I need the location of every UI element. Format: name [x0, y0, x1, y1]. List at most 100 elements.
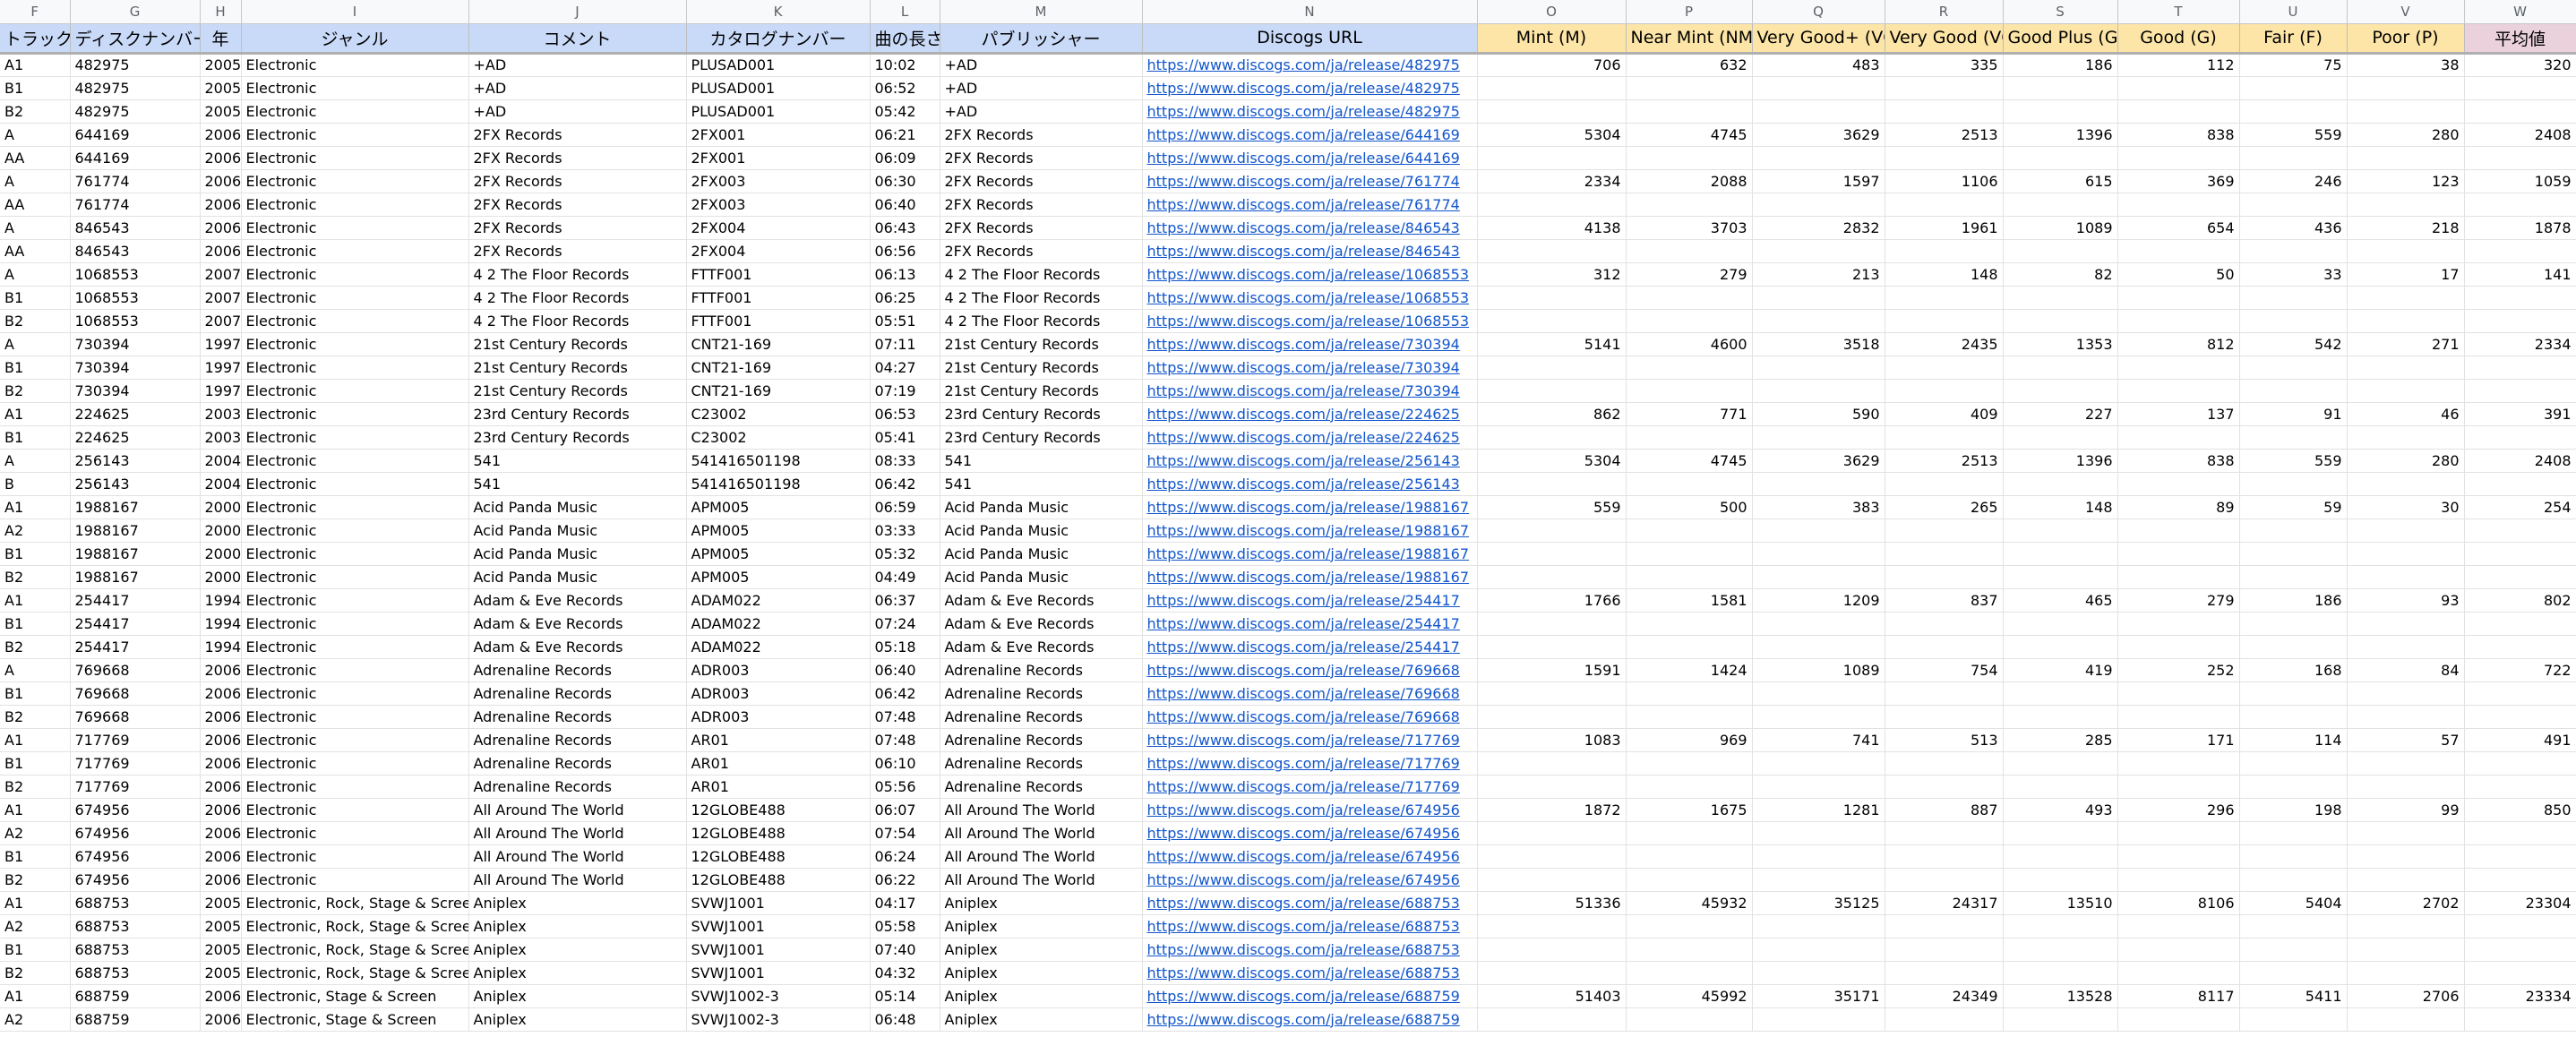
- discogs-url-link[interactable]: https://www.discogs.com/ja/release/73039…: [1142, 379, 1478, 403]
- header-cell[interactable]: Fair (F): [2239, 23, 2348, 55]
- table-cell[interactable]: 2006: [200, 868, 242, 892]
- discogs-url-link[interactable]: https://www.discogs.com/ja/release/68875…: [1142, 1007, 1478, 1032]
- table-cell[interactable]: Adrenaline Records: [468, 728, 687, 752]
- table-cell[interactable]: 541416501198: [686, 449, 871, 473]
- table-cell[interactable]: Electronic, Rock, Stage & Screen: [241, 961, 469, 985]
- table-cell[interactable]: 2408: [2464, 449, 2576, 473]
- column-letter-f[interactable]: F: [0, 0, 71, 24]
- table-cell[interactable]: A: [0, 332, 71, 356]
- table-cell[interactable]: 2005: [200, 961, 242, 985]
- table-cell[interactable]: [2239, 356, 2348, 380]
- table-cell[interactable]: +AD: [468, 53, 687, 77]
- table-cell[interactable]: [1752, 914, 1885, 938]
- column-letter-t[interactable]: T: [2117, 0, 2240, 24]
- table-cell[interactable]: 2006: [200, 751, 242, 776]
- table-cell[interactable]: [1626, 868, 1753, 892]
- table-cell[interactable]: 1424: [1626, 658, 1753, 682]
- table-cell[interactable]: 2006: [200, 146, 242, 170]
- table-cell[interactable]: Electronic: [241, 193, 469, 217]
- table-cell[interactable]: [2347, 99, 2465, 124]
- table-cell[interactable]: 04:17: [870, 891, 940, 915]
- table-cell[interactable]: Aniplex: [468, 938, 687, 962]
- column-letter-q[interactable]: Q: [1752, 0, 1885, 24]
- table-cell[interactable]: 2334: [1477, 169, 1627, 193]
- discogs-url-link[interactable]: https://www.discogs.com/ja/release/67495…: [1142, 868, 1478, 892]
- table-cell[interactable]: [2464, 844, 2576, 869]
- table-cell[interactable]: Electronic, Rock, Stage & Screen: [241, 891, 469, 915]
- table-cell[interactable]: 3629: [1752, 449, 1885, 473]
- table-cell[interactable]: [2347, 705, 2465, 729]
- table-cell[interactable]: 2003: [200, 402, 242, 426]
- table-cell[interactable]: A2: [0, 914, 71, 938]
- table-cell[interactable]: [1752, 309, 1885, 333]
- table-cell[interactable]: 1591: [1477, 658, 1627, 682]
- table-cell[interactable]: [1885, 868, 2004, 892]
- table-cell[interactable]: 2513: [1885, 449, 2004, 473]
- discogs-url-link[interactable]: https://www.discogs.com/ja/release/68875…: [1142, 938, 1478, 962]
- table-cell[interactable]: ADAM022: [686, 612, 871, 636]
- table-cell[interactable]: [2117, 472, 2240, 496]
- table-cell[interactable]: 2005: [200, 891, 242, 915]
- table-cell[interactable]: 89: [2117, 495, 2240, 519]
- table-cell[interactable]: B2: [0, 99, 71, 124]
- table-cell[interactable]: 06:07: [870, 798, 940, 822]
- table-cell[interactable]: 4 2 The Floor Records: [468, 309, 687, 333]
- table-cell[interactable]: 21st Century Records: [940, 332, 1143, 356]
- discogs-url-link[interactable]: https://www.discogs.com/ja/release/68875…: [1142, 984, 1478, 1008]
- table-cell[interactable]: 13528: [2003, 984, 2118, 1008]
- table-cell[interactable]: [1752, 76, 1885, 100]
- table-cell[interactable]: 1396: [2003, 123, 2118, 147]
- table-cell[interactable]: [1885, 472, 2004, 496]
- table-cell[interactable]: [2464, 961, 2576, 985]
- header-cell[interactable]: Mint (M): [1477, 23, 1627, 55]
- table-cell[interactable]: 285: [2003, 728, 2118, 752]
- table-cell[interactable]: [2117, 99, 2240, 124]
- table-cell[interactable]: [1885, 961, 2004, 985]
- table-cell[interactable]: [1752, 635, 1885, 659]
- table-cell[interactable]: 06:56: [870, 239, 940, 263]
- table-cell[interactable]: 2005: [200, 914, 242, 938]
- table-cell[interactable]: [1626, 356, 1753, 380]
- discogs-url-link[interactable]: https://www.discogs.com/ja/release/25441…: [1142, 588, 1478, 613]
- table-cell[interactable]: 06:53: [870, 402, 940, 426]
- table-cell[interactable]: [2239, 751, 2348, 776]
- discogs-url-link[interactable]: https://www.discogs.com/ja/release/73039…: [1142, 356, 1478, 380]
- discogs-url-link[interactable]: https://www.discogs.com/ja/release/71776…: [1142, 751, 1478, 776]
- table-cell[interactable]: 769668: [70, 681, 201, 706]
- header-cell[interactable]: コメント: [468, 23, 687, 55]
- discogs-url-link[interactable]: https://www.discogs.com/ja/release/19881…: [1142, 518, 1478, 543]
- table-cell[interactable]: All Around The World: [940, 821, 1143, 845]
- table-cell[interactable]: 674956: [70, 821, 201, 845]
- table-cell[interactable]: [1477, 868, 1627, 892]
- table-cell[interactable]: A2: [0, 821, 71, 845]
- table-cell[interactable]: B1: [0, 425, 71, 450]
- table-cell[interactable]: Aniplex: [468, 984, 687, 1008]
- table-cell[interactable]: 838: [2117, 123, 2240, 147]
- table-cell[interactable]: [2347, 309, 2465, 333]
- table-cell[interactable]: [1477, 1007, 1627, 1032]
- table-cell[interactable]: 279: [1626, 262, 1753, 287]
- table-cell[interactable]: [2347, 681, 2465, 706]
- header-cell[interactable]: 曲の長さ: [870, 23, 940, 55]
- table-cell[interactable]: 84: [2347, 658, 2465, 682]
- table-cell[interactable]: [1626, 775, 1753, 799]
- table-cell[interactable]: 2007: [200, 286, 242, 310]
- table-cell[interactable]: 5304: [1477, 123, 1627, 147]
- table-cell[interactable]: 59: [2239, 495, 2348, 519]
- table-cell[interactable]: [1477, 705, 1627, 729]
- table-cell[interactable]: 391: [2464, 402, 2576, 426]
- table-cell[interactable]: [2117, 518, 2240, 543]
- table-cell[interactable]: 123: [2347, 169, 2465, 193]
- table-cell[interactable]: Electronic: [241, 751, 469, 776]
- table-cell[interactable]: [2464, 379, 2576, 403]
- table-cell[interactable]: [2003, 356, 2118, 380]
- discogs-url-link[interactable]: https://www.discogs.com/ja/release/25441…: [1142, 635, 1478, 659]
- table-cell[interactable]: [2117, 286, 2240, 310]
- table-cell[interactable]: [2347, 821, 2465, 845]
- discogs-url-link[interactable]: https://www.discogs.com/ja/release/76966…: [1142, 681, 1478, 706]
- table-cell[interactable]: PLUSAD001: [686, 99, 871, 124]
- table-cell[interactable]: Electronic: [241, 588, 469, 613]
- table-cell[interactable]: 4 2 The Floor Records: [468, 262, 687, 287]
- table-cell[interactable]: 730394: [70, 332, 201, 356]
- table-cell[interactable]: 4745: [1626, 449, 1753, 473]
